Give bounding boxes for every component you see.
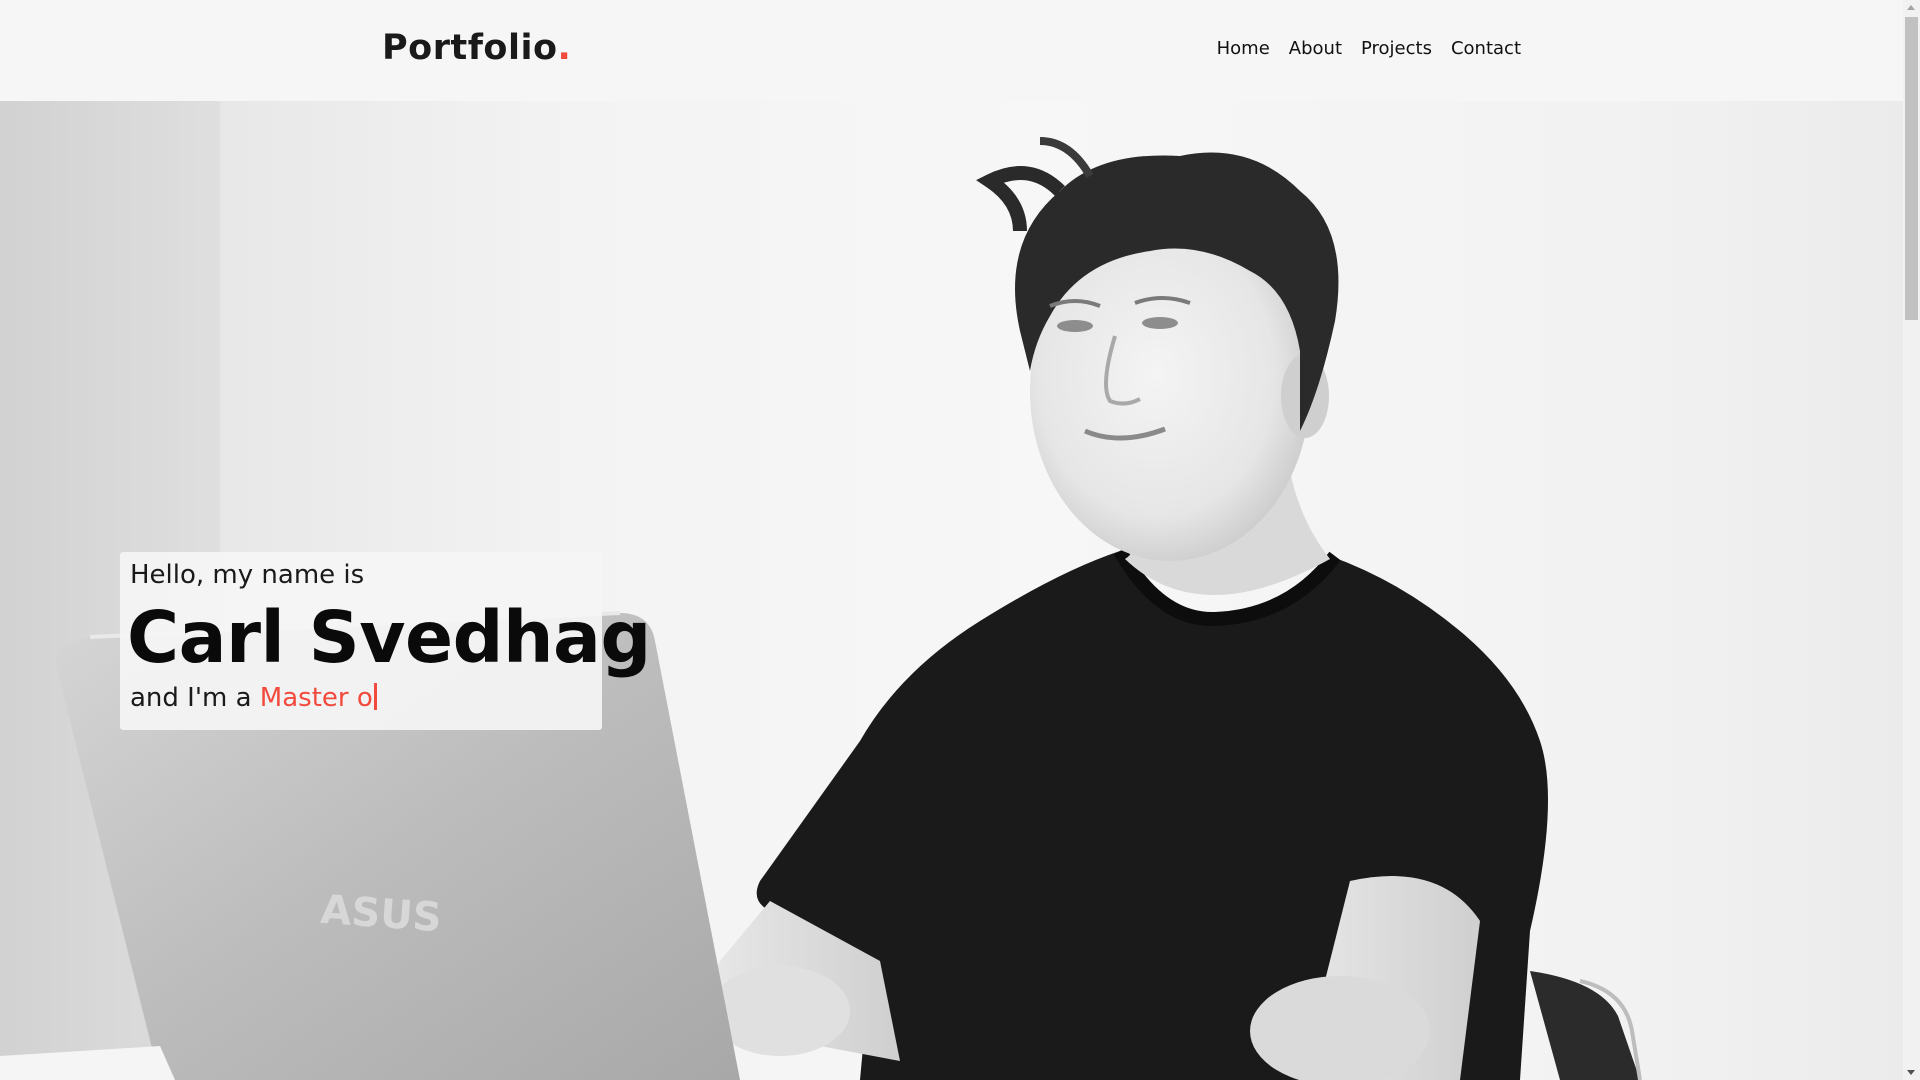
hero-role: and I'm a Master o bbox=[130, 683, 377, 713]
nav-home[interactable]: Home bbox=[1217, 38, 1270, 59]
nav-contact[interactable]: Contact bbox=[1451, 38, 1521, 59]
greeting-text: Hello, my name is bbox=[130, 560, 365, 590]
role-prefix: and I'm a bbox=[130, 683, 260, 713]
nav-projects[interactable]: Projects bbox=[1361, 38, 1432, 59]
brand-text: Portfolio bbox=[382, 28, 558, 68]
page-scrollbar[interactable] bbox=[1903, 0, 1920, 1080]
scroll-down-icon[interactable] bbox=[1907, 1070, 1915, 1075]
nav-links: Home About Projects Contact bbox=[1217, 38, 1521, 59]
svg-text:ASUS: ASUS bbox=[319, 887, 443, 941]
page: Portfolio. Home About Projects Contact A… bbox=[0, 0, 1920, 1080]
scroll-up-icon[interactable] bbox=[1907, 5, 1915, 10]
nav-about[interactable]: About bbox=[1289, 38, 1342, 59]
brand-logo[interactable]: Portfolio. bbox=[382, 28, 571, 68]
hero-section: ASUS Hello, my name is Carl Svedhag and … bbox=[0, 101, 1903, 1080]
role-typed-text: Master o bbox=[259, 683, 373, 713]
navbar: Portfolio. Home About Projects Contact bbox=[0, 0, 1903, 101]
brand-dot: . bbox=[557, 28, 572, 68]
typing-caret bbox=[373, 683, 377, 710]
scroll-thumb[interactable] bbox=[1905, 17, 1918, 320]
intro-card: Hello, my name is Carl Svedhag and I'm a… bbox=[120, 552, 651, 730]
hero-name: Carl Svedhag bbox=[127, 596, 651, 679]
